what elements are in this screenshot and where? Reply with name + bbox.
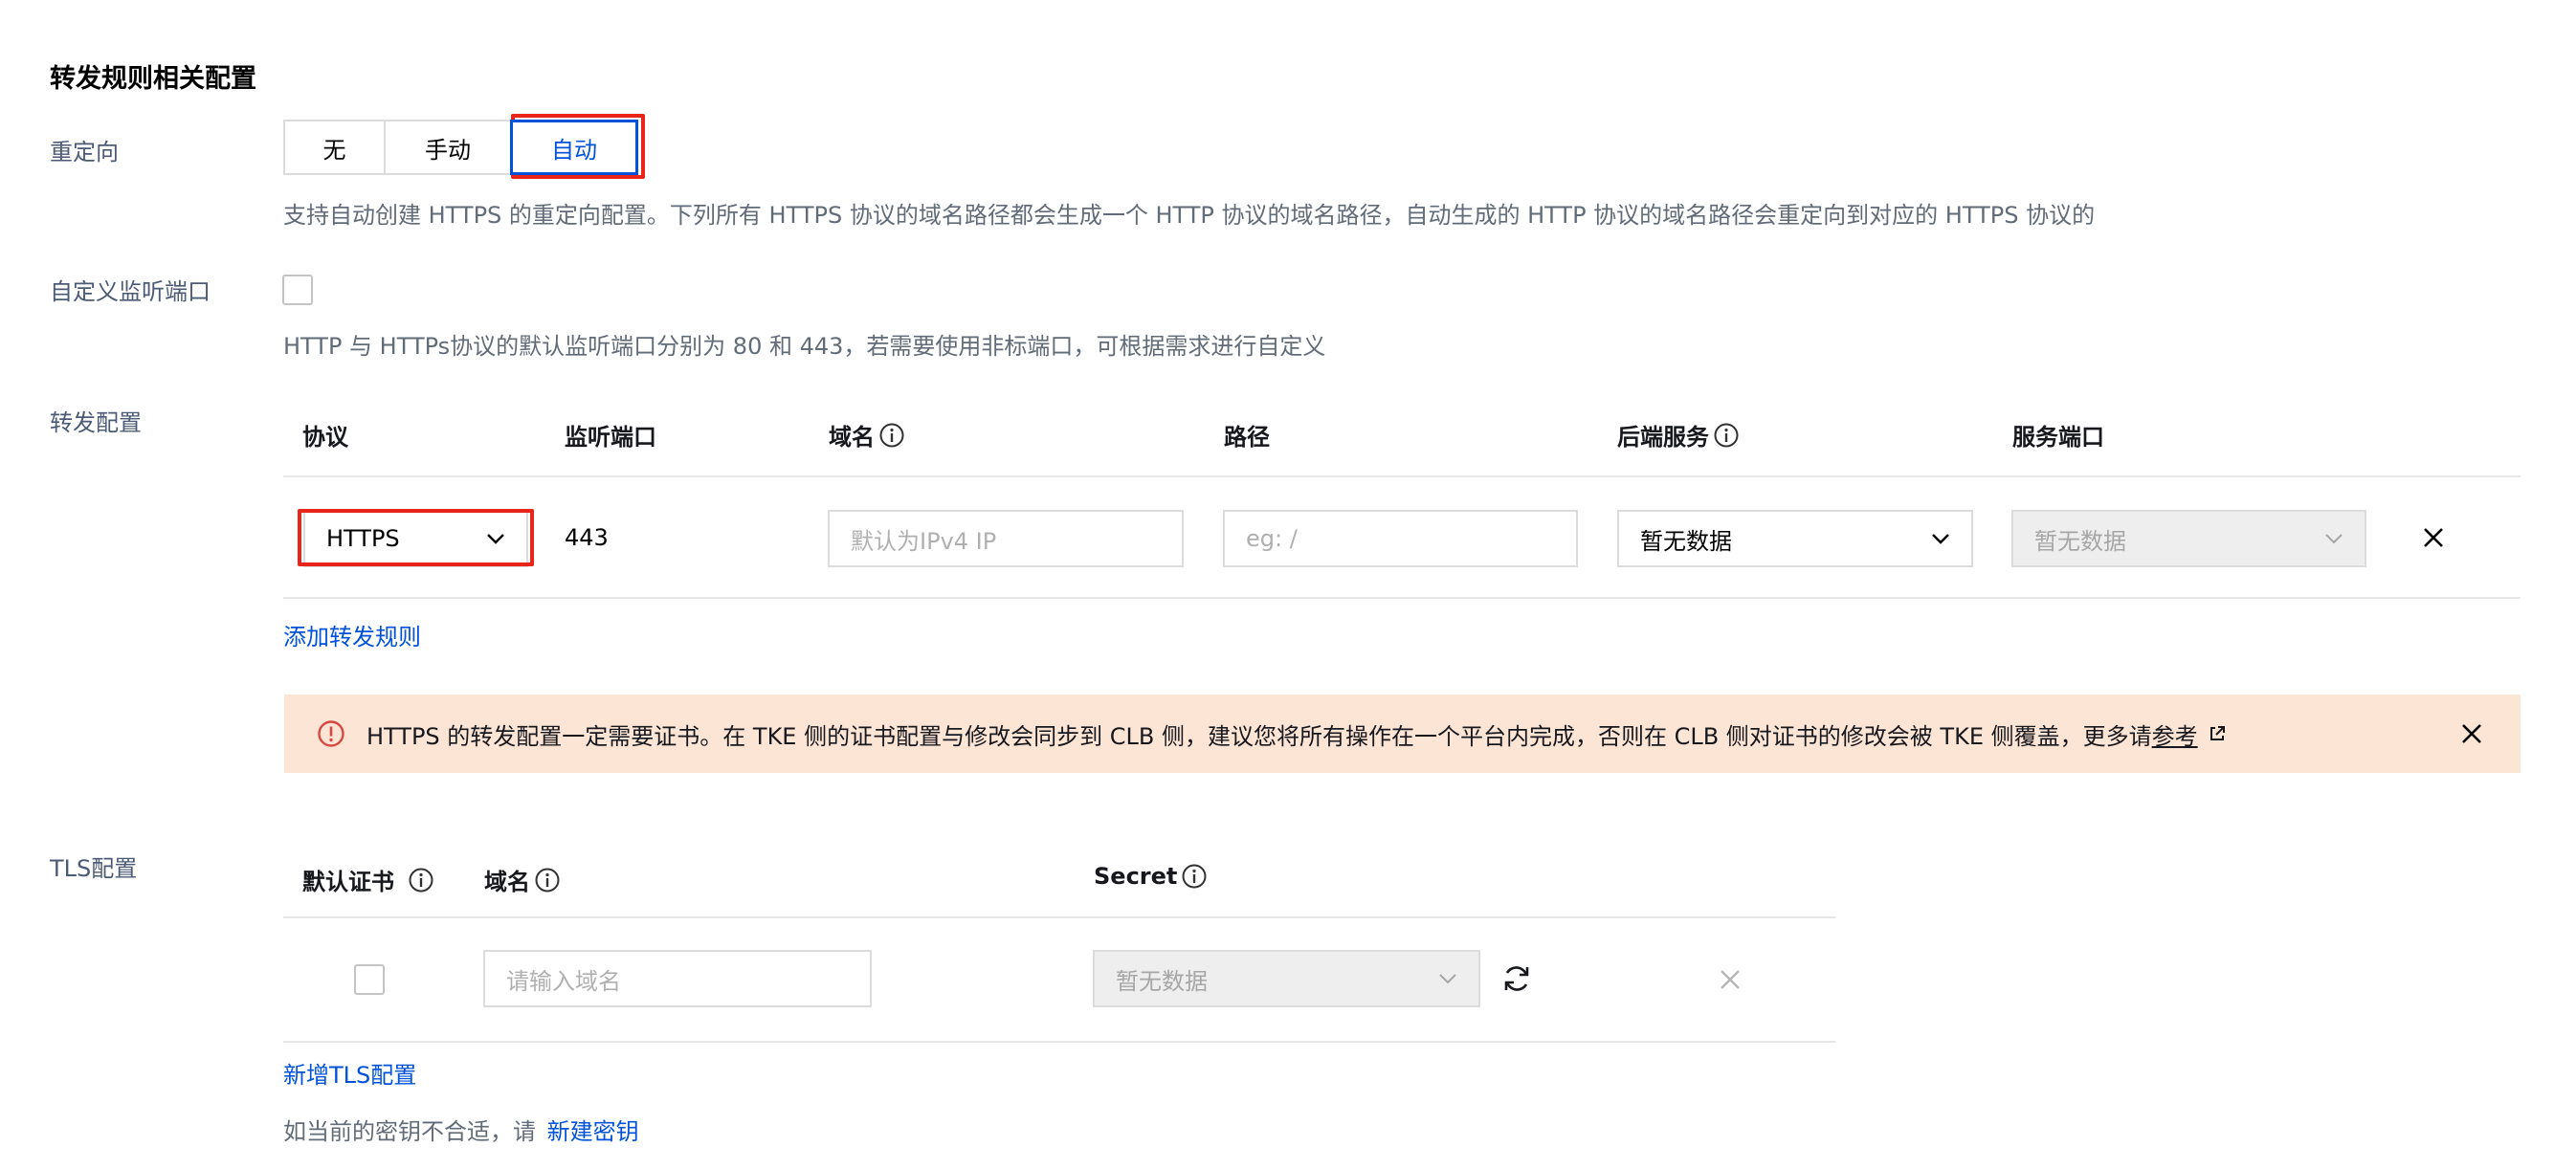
tls-header-secret: Secret [1094,863,1208,890]
warning-reference-link[interactable]: 参考 [2152,723,2198,750]
service-port-select[interactable]: 暂无数据 [2011,510,2366,567]
domain-input[interactable]: 默认为IPv4 IP [828,510,1184,567]
domain-input-placeholder: 默认为IPv4 IP [851,527,997,555]
backend-service-select-value: 暂无数据 [1640,527,1732,555]
backend-service-select[interactable]: 暂无数据 [1617,510,1973,567]
chevron-down-icon [1439,974,1456,984]
refresh-icon[interactable] [1500,962,1533,995]
create-secret-link[interactable]: 新建密钥 [547,1118,639,1145]
remove-forward-rule-close-icon[interactable] [2423,527,2444,548]
chevron-down-icon [487,534,504,544]
forward-header-domain: 域名 [829,418,905,452]
forward-header-protocol-text: 协议 [302,424,348,451]
forward-header-service-port-text: 服务端口 [2012,424,2104,451]
remove-tls-row-close-icon[interactable] [1720,969,1741,990]
protocol-select-value: HTTPS [326,525,400,552]
tls-header-domain-text: 域名 [484,869,530,895]
forward-header-domain-text: 域名 [829,424,875,451]
chevron-down-icon [2325,534,2343,544]
redirect-option-manual[interactable]: 手动 [384,120,512,175]
forward-header-backend-text: 后端服务 [1617,424,1709,451]
warning-text: HTTPS 的转发配置一定需要证书。在 TKE 侧的证书配置与修改会同步到 CL… [366,722,2152,750]
chevron-down-icon [1932,534,1949,544]
info-icon[interactable] [878,422,905,449]
info-icon[interactable] [534,867,561,893]
custom-port-help-text: HTTP 与 HTTPs协议的默认监听端口分别为 80 和 443，若需要使用非… [283,333,1326,360]
tls-row-divider [283,1041,1835,1043]
forward-row-divider [283,597,2520,599]
listen-port-value: 443 [565,524,609,551]
secret-select-value: 暂无数据 [1116,967,1208,995]
redirect-option-auto[interactable]: 自动 [510,120,638,175]
forward-header-path-text: 路径 [1224,424,1270,451]
path-input[interactable]: eg: / [1223,510,1578,567]
forward-header-port: 监听端口 [565,418,656,452]
info-icon[interactable] [1713,422,1740,449]
path-input-placeholder: eg: / [1246,525,1298,552]
default-cert-checkbox[interactable] [354,964,385,995]
close-warning-icon[interactable] [2461,723,2482,744]
external-link-icon[interactable] [2208,724,2227,743]
forward-header-protocol: 协议 [302,418,348,452]
forward-header-path: 路径 [1224,418,1270,452]
info-icon[interactable] [1181,863,1208,890]
section-title: 转发规则相关配置 [50,64,256,94]
tls-header-default-cert-text: 默认证书 [302,869,394,895]
warning-text-line: HTTPS 的转发配置一定需要证书。在 TKE 侧的证书配置与修改会同步到 CL… [366,717,2198,751]
tls-header-default-cert: 默认证书 [302,863,434,896]
tls-domain-input[interactable]: 请输入域名 [483,950,872,1007]
certificate-warning-banner: HTTPS 的转发配置一定需要证书。在 TKE 侧的证书配置与修改会同步到 CL… [284,695,2520,773]
tls-header-secret-text: Secret [1094,863,1178,890]
custom-port-checkbox[interactable] [282,275,313,305]
add-tls-config-link[interactable]: 新增TLS配置 [283,1056,416,1090]
tls-header-divider [283,916,1835,918]
redirect-label: 重定向 [50,139,119,165]
protocol-select[interactable]: HTTPS [303,510,528,567]
redirect-option-none[interactable]: 无 [283,120,386,175]
forward-header-port-text: 监听端口 [565,424,656,451]
forward-header-service-port: 服务端口 [2012,418,2104,452]
forward-header-divider [283,475,2520,477]
redirect-help-text: 支持自动创建 HTTPS 的重定向配置。下列所有 HTTPS 协议的域名路径都会… [283,202,2096,229]
secret-select[interactable]: 暂无数据 [1093,950,1480,1007]
info-icon[interactable] [408,867,434,893]
forward-header-backend: 后端服务 [1617,418,1740,452]
service-port-select-value: 暂无数据 [2034,527,2126,555]
tls-footer-text: 如当前的密钥不合适，请 [283,1118,536,1145]
tls-domain-input-placeholder: 请输入域名 [506,967,621,995]
custom-port-label: 自定义监听端口 [50,278,211,305]
forward-config-label: 转发配置 [50,409,142,436]
add-forward-rule-link[interactable]: 添加转发规则 [283,618,421,651]
tls-footer: 如当前的密钥不合适，请 新建密钥 [283,1113,639,1146]
redirect-segmented-control: 无 手动 自动 [283,120,638,175]
tls-header-domain: 域名 [484,863,561,896]
warning-circle-icon [318,720,344,747]
tls-config-label: TLS配置 [50,855,138,882]
